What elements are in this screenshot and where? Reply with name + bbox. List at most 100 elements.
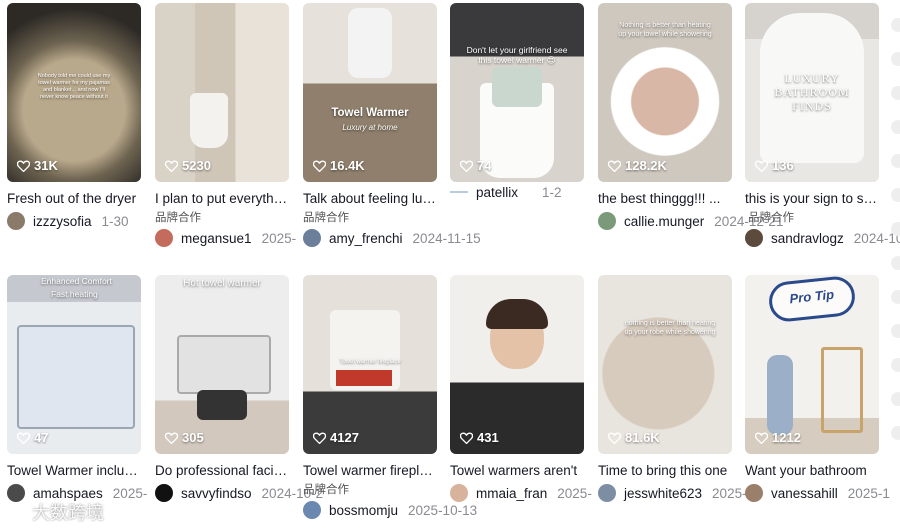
towel-warmer-image (348, 8, 392, 78)
author-row[interactable]: jesswhite623 2025- (598, 484, 747, 502)
author-row[interactable]: mmaia_fran 2025- (450, 484, 592, 502)
video-thumbnail[interactable]: 431 (450, 275, 584, 454)
view-count: 305 (165, 430, 204, 445)
rail-dot[interactable] (891, 154, 900, 168)
avatar[interactable] (303, 501, 321, 519)
rail-dot[interactable] (891, 290, 900, 304)
view-count: 4127 (313, 430, 359, 445)
avatar[interactable] (450, 190, 468, 195)
avatar[interactable] (7, 212, 25, 230)
post-date: 2025- (712, 485, 747, 501)
username[interactable]: patellix (476, 185, 518, 200)
video-card[interactable]: Towel warmer fireplace 4127 Towel warmer… (303, 275, 477, 519)
brand-tag: 品牌合作 (748, 212, 794, 224)
avatar[interactable] (745, 229, 763, 247)
author-row[interactable]: patellix 1-2 (450, 185, 584, 200)
view-count: 1212 (755, 430, 801, 445)
thumbnail-subcaption: Fast heating (51, 289, 98, 299)
author-row[interactable]: megansue1 2025- (155, 229, 296, 247)
rail-dot[interactable] (891, 188, 900, 202)
video-thumbnail[interactable]: Nothing is better than heating up your t… (598, 3, 732, 182)
username[interactable]: mmaia_fran (476, 486, 547, 501)
avatar[interactable] (303, 229, 321, 247)
post-date: 2024-11-15 (412, 230, 481, 246)
video-title[interactable]: Talk about feeling luxury (303, 191, 437, 206)
author-row[interactable]: vanessahill 2025-1 (745, 484, 890, 502)
avatar[interactable] (450, 484, 468, 502)
video-card[interactable]: Pro Tip 1212 Want your bathroom vanessah… (745, 275, 890, 502)
post-date: 2025-10-13 (408, 502, 478, 518)
rail-dot[interactable] (891, 426, 900, 440)
video-title[interactable]: Want your bathroom (745, 463, 879, 478)
video-grid: Nobody told me could use my towel warmer… (0, 0, 900, 529)
video-thumbnail[interactable]: Towel Warmer Luxury at home 16.4K (303, 3, 437, 182)
video-card[interactable]: LUXURY BATHROOM FINDS 136 this is your s… (745, 3, 900, 247)
video-card[interactable]: Nobody told me could use my towel warmer… (7, 3, 141, 230)
avatar[interactable] (155, 229, 173, 247)
video-thumbnail[interactable]: Don't let your girlfriend see this towel… (450, 3, 584, 182)
video-thumbnail[interactable]: LUXURY BATHROOM FINDS 136 (745, 3, 879, 182)
video-title[interactable]: this is your sign to splurge (745, 191, 879, 206)
rail-dot[interactable] (891, 18, 900, 32)
avatar[interactable] (745, 484, 763, 502)
fireplace-glow (336, 370, 392, 386)
video-card[interactable]: 5230 I plan to put everything 品牌合作 megan… (155, 3, 296, 247)
video-title[interactable]: Towel warmers aren't (450, 463, 584, 478)
rail-dot[interactable] (891, 324, 900, 338)
video-card[interactable]: Enhanced Comfort Fast heating 47 Towel W… (7, 275, 147, 502)
video-title[interactable]: Fresh out of the dryer (7, 191, 141, 206)
video-card[interactable]: Nothing is better than heating up your t… (598, 3, 783, 230)
rail-dot[interactable] (891, 256, 900, 270)
username[interactable]: jesswhite623 (624, 486, 702, 501)
username[interactable]: callie.munger (624, 214, 704, 229)
author-row[interactable]: amy_frenchi 2024-11-15 (303, 229, 481, 247)
video-card[interactable]: Towel Warmer Luxury at home 16.4K Talk a… (303, 3, 481, 247)
avatar[interactable] (598, 484, 616, 502)
username[interactable]: amy_frenchi (329, 231, 403, 246)
rail-dot[interactable] (891, 86, 900, 100)
rail-dot[interactable] (891, 392, 900, 406)
video-title[interactable]: I plan to put everything (155, 191, 289, 206)
username[interactable]: megansue1 (181, 231, 252, 246)
author-row[interactable]: callie.munger 2024-12-21 (598, 212, 783, 230)
video-card[interactable]: nothing is better than heating up your r… (598, 275, 747, 502)
avatar[interactable] (598, 212, 616, 230)
video-card[interactable]: 431 Towel warmers aren't mmaia_fran 2025… (450, 275, 592, 502)
rail-dot[interactable] (891, 52, 900, 66)
video-title[interactable]: the best thinggg!!! ... (598, 191, 732, 206)
thumbnail-caption: LUXURY BATHROOM FINDS (774, 71, 850, 113)
username[interactable]: savvyfindso (181, 486, 252, 501)
towel-warmer-image (190, 93, 228, 148)
author-row[interactable]: izzzysofia 1-30 (7, 212, 141, 230)
heart-icon (460, 432, 473, 444)
rail-dot[interactable] (891, 358, 900, 372)
video-thumbnail[interactable]: Towel warmer fireplace 4127 (303, 275, 437, 454)
watermark-logo-icon (6, 506, 28, 518)
thumbnail-caption: Nothing is better than heating up your t… (618, 22, 712, 38)
video-thumbnail[interactable]: Pro Tip 1212 (745, 275, 879, 454)
username[interactable]: sandravlogz (771, 231, 844, 246)
presenter-hair (486, 299, 548, 329)
username[interactable]: izzzysofia (33, 214, 92, 229)
video-thumbnail[interactable]: Hot towel warmer 305 (155, 275, 289, 454)
steamer-image (177, 335, 271, 394)
username[interactable]: vanessahill (771, 486, 838, 501)
amazon-avatar[interactable] (155, 484, 173, 502)
rail-dot[interactable] (891, 120, 900, 134)
author-row[interactable]: savvyfindso 2024-10-2 (155, 484, 323, 502)
video-thumbnail[interactable]: Nobody told me could use my towel warmer… (7, 3, 141, 182)
video-title[interactable]: Time to bring this one (598, 463, 732, 478)
view-count: 31K (17, 158, 58, 173)
video-card[interactable]: Don't let your girlfriend see this towel… (450, 3, 584, 200)
author-row[interactable]: bossmomju 2025-10-13 (303, 501, 477, 519)
video-card[interactable]: Hot towel warmer 305 Do professional fac… (155, 275, 323, 502)
video-thumbnail[interactable]: nothing is better than heating up your r… (598, 275, 732, 454)
video-thumbnail[interactable]: 5230 (155, 3, 289, 182)
author-row[interactable]: sandravlogz 2024-10 (745, 229, 900, 247)
video-title[interactable]: Towel warmer fireplace (303, 463, 437, 478)
video-title[interactable]: Do professional facials (155, 463, 289, 478)
video-thumbnail[interactable]: Enhanced Comfort Fast heating 47 (7, 275, 141, 454)
video-title[interactable]: Towel Warmer includes (7, 463, 141, 478)
username[interactable]: bossmomju (329, 503, 398, 518)
rail-dot[interactable] (891, 222, 900, 236)
